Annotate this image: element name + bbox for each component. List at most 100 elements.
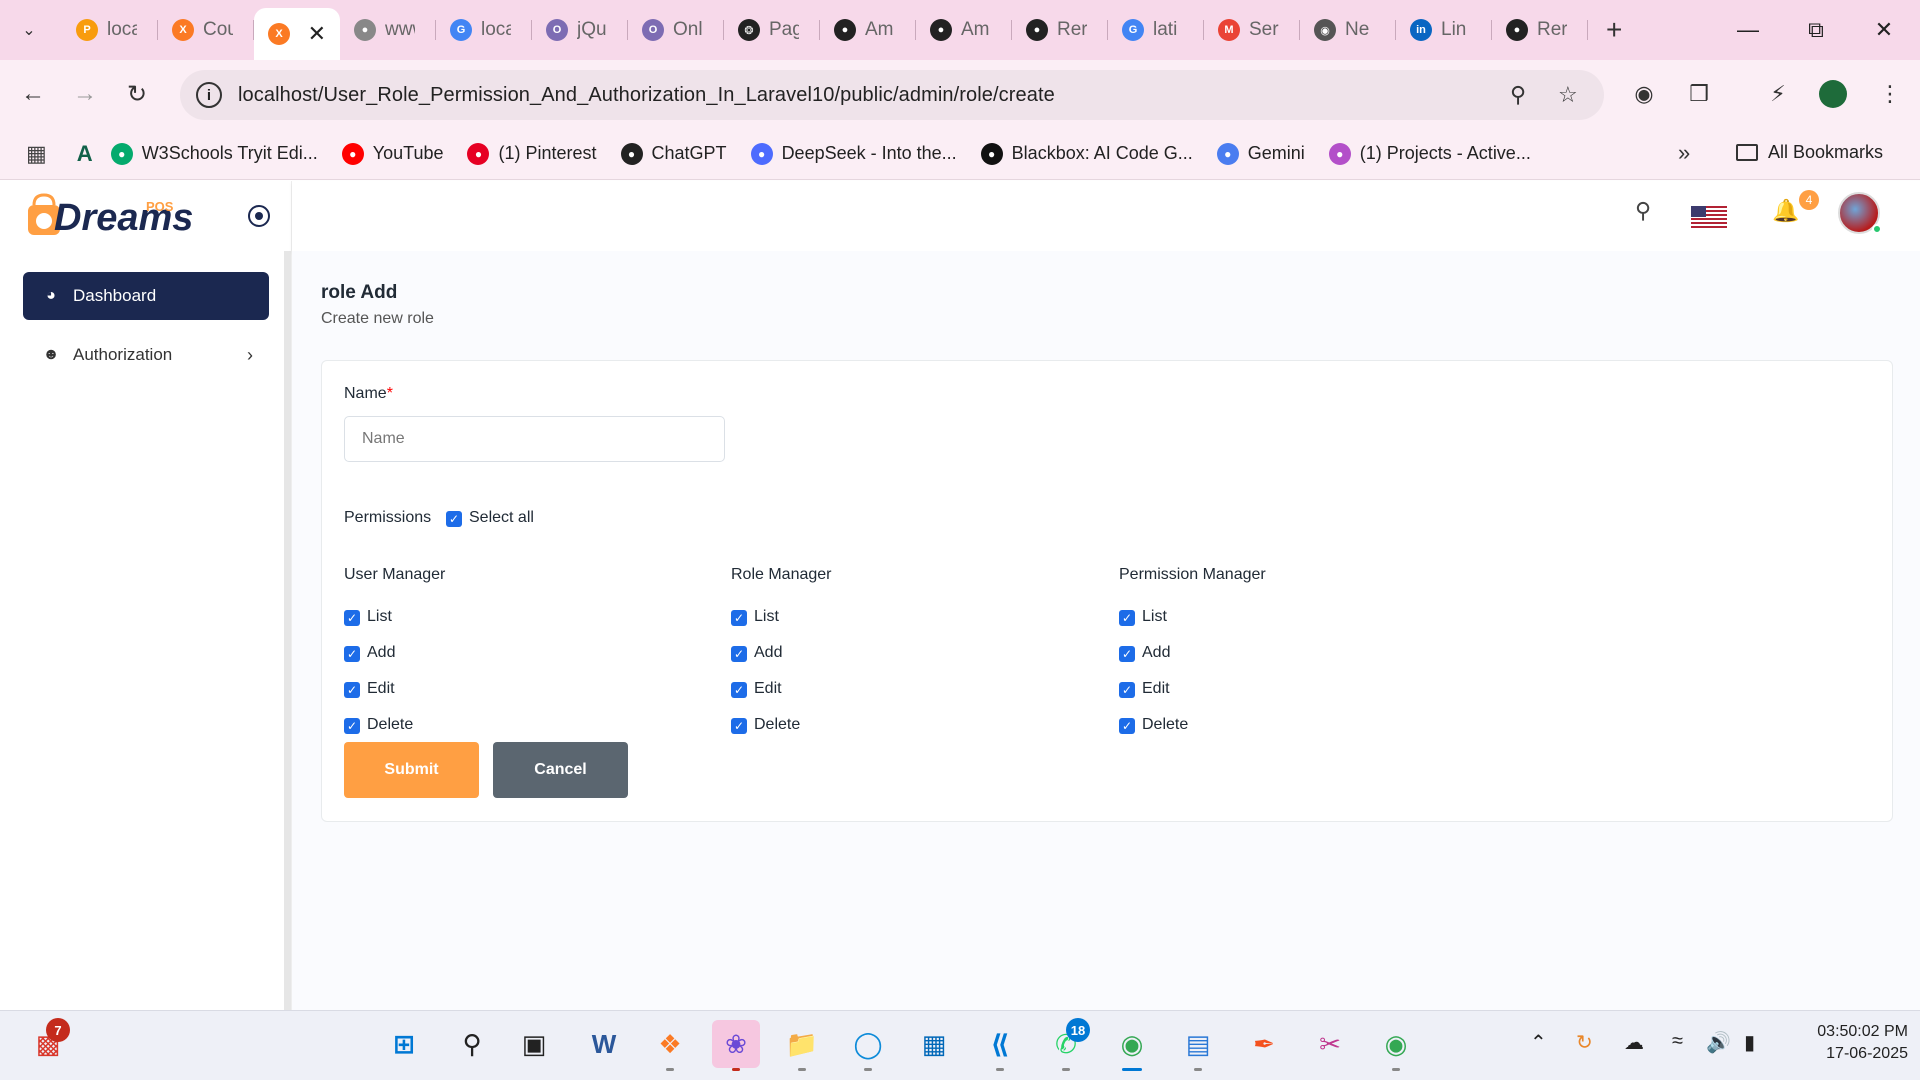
us-flag-icon[interactable] [1691, 206, 1727, 228]
performance-icon[interactable]: ⚡ [1760, 76, 1796, 112]
permission-label[interactable]: Edit [367, 680, 395, 698]
select-all-checkbox[interactable]: ✓ [446, 511, 462, 527]
kebab-menu-icon[interactable]: ⋮ [1872, 76, 1908, 112]
more-bookmarks-icon[interactable]: » [1678, 140, 1690, 166]
bookmark-7[interactable]: ● Blackbox: AI Code G... [980, 142, 1193, 165]
edge-icon[interactable]: ◯ [844, 1020, 892, 1068]
notepad-icon[interactable]: ▤ [1174, 1020, 1222, 1068]
profile-sync-icon[interactable]: ◉ [1626, 76, 1662, 112]
apps-grid-icon[interactable]: ▦ [26, 141, 47, 167]
permission-checkbox[interactable]: ✓ [731, 718, 747, 734]
submit-button[interactable]: Submit [344, 742, 479, 798]
tab-12[interactable]: M Ser [1204, 6, 1300, 54]
reload-button[interactable]: ↻ [111, 68, 163, 120]
task-view-icon[interactable]: ▣ [510, 1020, 558, 1068]
permission-label[interactable]: Delete [1142, 716, 1188, 734]
permission-checkbox[interactable]: ✓ [344, 610, 360, 626]
url-text[interactable]: localhost/User_Role_Permission_And_Autho… [238, 84, 1055, 107]
permission-label[interactable]: Delete [367, 716, 413, 734]
tab-5[interactable]: OjQu [532, 6, 628, 54]
permission-checkbox[interactable]: ✓ [344, 646, 360, 662]
chrome-icon[interactable]: ◉ [1108, 1020, 1156, 1068]
bookmark-4[interactable]: ● (1) Pinterest [467, 142, 597, 165]
pen-app-icon[interactable]: ✒ [1240, 1020, 1288, 1068]
vscode-icon[interactable]: ⟪ [976, 1020, 1024, 1068]
back-button[interactable]: ← [7, 68, 59, 120]
tab-close-icon[interactable]: ✕ [308, 21, 326, 47]
sidebar-item-authorization[interactable]: ☻ Authorization › [23, 331, 269, 379]
bookmark-9[interactable]: ● (1) Projects - Active... [1328, 142, 1531, 165]
profile-avatar-icon[interactable] [1815, 76, 1851, 112]
permission-label[interactable]: List [367, 608, 392, 626]
bookmark-3[interactable]: ● YouTube [341, 142, 443, 165]
forward-button[interactable]: → [59, 68, 111, 120]
tab-13[interactable]: ◉ Ne [1300, 6, 1396, 54]
tray-overflow-icon[interactable]: ⌃ [1530, 1030, 1547, 1055]
tab-10[interactable]: ● Rer [1012, 6, 1108, 54]
tab-2[interactable]: X ✕ [254, 8, 340, 60]
tab-15[interactable]: ● Rer [1492, 6, 1588, 54]
permission-label[interactable]: List [1142, 608, 1167, 626]
tab-7[interactable]: ❂ Pag [724, 6, 820, 54]
windows-start-icon[interactable]: ⊞ [380, 1020, 428, 1068]
tab-search-button[interactable]: ⌄ [13, 14, 45, 46]
permission-label[interactable]: Add [754, 644, 782, 662]
sidebar-scrollbar[interactable] [284, 251, 291, 1010]
permission-label[interactable]: List [754, 608, 779, 626]
tab-8[interactable]: ● Am [820, 6, 916, 54]
copilot-icon[interactable]: ❀ [712, 1020, 760, 1068]
tab-14[interactable]: in Lin [1396, 6, 1492, 54]
bookmark-6[interactable]: ● DeepSeek - Into the... [750, 142, 957, 165]
tab-4[interactable]: Gloca [436, 6, 532, 54]
chrome-profile-icon[interactable]: ◉ [1372, 1020, 1420, 1068]
tab-1[interactable]: X Cou [158, 6, 254, 54]
volume-icon[interactable]: 🔊 [1706, 1030, 1731, 1055]
tab-3[interactable]: ● www [340, 6, 436, 54]
permission-checkbox[interactable]: ✓ [731, 646, 747, 662]
bookmark-star-icon[interactable]: ☆ [1558, 82, 1578, 108]
bookmark-5[interactable]: ● ChatGPT [620, 142, 727, 165]
permission-checkbox[interactable]: ✓ [731, 682, 747, 698]
tab-11[interactable]: Glati [1108, 6, 1204, 54]
site-info-icon[interactable]: i [196, 82, 222, 108]
sync-icon[interactable]: ↻ [1576, 1030, 1593, 1055]
minimize-button[interactable]: — [1714, 0, 1782, 60]
clock[interactable]: 03:50:02 PM 17-06-2025 [1790, 1021, 1908, 1065]
onedrive-icon[interactable]: ☁ [1624, 1030, 1644, 1055]
permission-label[interactable]: Add [1142, 644, 1170, 662]
xampp-icon[interactable]: ❖ [646, 1020, 694, 1068]
cancel-button[interactable]: Cancel [493, 742, 628, 798]
search-taskbar-icon[interactable]: ⚲ [448, 1020, 496, 1068]
name-input[interactable] [344, 416, 725, 462]
all-bookmarks-folder[interactable]: All Bookmarks [1736, 142, 1883, 163]
permission-checkbox[interactable]: ✓ [344, 682, 360, 698]
snipping-tool-icon[interactable]: ✂ [1306, 1020, 1354, 1068]
address-bar[interactable]: i localhost/User_Role_Permission_And_Aut… [180, 70, 1604, 120]
tab-9[interactable]: ● Am [916, 6, 1012, 54]
permission-label[interactable]: Edit [1142, 680, 1170, 698]
close-window-button[interactable]: ✕ [1850, 0, 1918, 60]
file-explorer-icon[interactable]: 📁 [778, 1020, 826, 1068]
permission-label[interactable]: Edit [754, 680, 782, 698]
permission-checkbox[interactable]: ✓ [1119, 646, 1135, 662]
permission-checkbox[interactable]: ✓ [344, 718, 360, 734]
permission-checkbox[interactable]: ✓ [731, 610, 747, 626]
bookmark-2[interactable]: ● W3Schools Tryit Edi... [110, 142, 318, 165]
sidebar-toggle-icon[interactable] [248, 205, 270, 227]
a-logo-icon[interactable]: A [77, 141, 93, 167]
permission-checkbox[interactable]: ✓ [1119, 682, 1135, 698]
tab-0[interactable]: Ploca [62, 6, 158, 54]
permission-label[interactable]: Delete [754, 716, 800, 734]
store-icon[interactable]: ▦ [910, 1020, 958, 1068]
search-icon[interactable]: ⚲ [1635, 198, 1651, 224]
sidebar-item-dashboard[interactable]: ◕ Dashboard [23, 272, 269, 320]
permission-label[interactable]: Add [367, 644, 395, 662]
bookmark-8[interactable]: ● Gemini [1216, 142, 1305, 165]
zoom-icon[interactable]: ⚲ [1510, 82, 1526, 108]
bell-icon[interactable]: 🔔 [1772, 198, 1799, 224]
select-all-label[interactable]: Select all [469, 509, 534, 527]
new-tab-button[interactable]: + [1606, 14, 1622, 46]
battery-icon[interactable]: ▮ [1744, 1030, 1755, 1055]
wifi-icon[interactable]: ≈ [1672, 1030, 1683, 1053]
app-logo[interactable]: Dreams POS [26, 193, 193, 237]
